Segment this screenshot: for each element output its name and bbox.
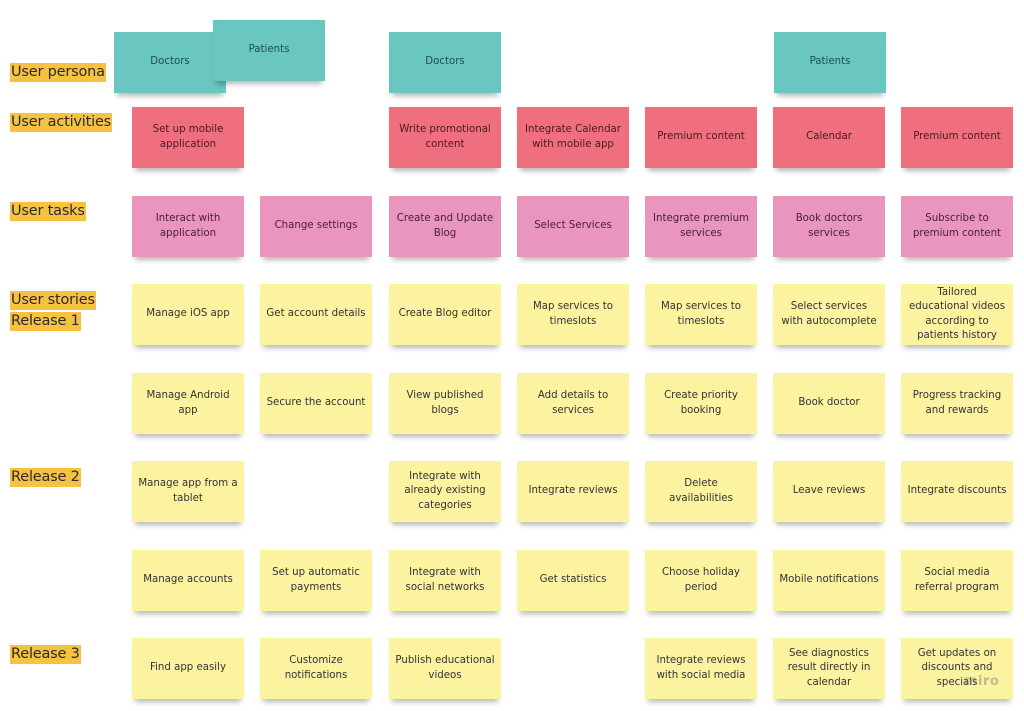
story-sticky[interactable]: Manage Android app bbox=[132, 373, 244, 434]
task-sticky[interactable]: Interact with application bbox=[132, 196, 244, 257]
activity-sticky[interactable]: Calendar bbox=[773, 107, 885, 168]
story-sticky[interactable]: Choose holiday period bbox=[645, 550, 757, 611]
story-sticky[interactable]: Manage accounts bbox=[132, 550, 244, 611]
row-label-user-persona: User persona bbox=[10, 63, 106, 82]
story-sticky[interactable]: View published blogs bbox=[389, 373, 501, 434]
task-sticky[interactable]: Select Services bbox=[517, 196, 629, 257]
row-label-release-2: Release 2 bbox=[10, 468, 81, 487]
story-sticky[interactable]: Add details to services bbox=[517, 373, 629, 434]
story-sticky[interactable]: Integrate reviews with social media bbox=[645, 638, 757, 699]
story-sticky[interactable]: Tailored educational videos according to… bbox=[901, 284, 1013, 345]
story-sticky[interactable]: Get account details bbox=[260, 284, 372, 345]
story-sticky[interactable]: Manage iOS app bbox=[132, 284, 244, 345]
activity-sticky[interactable]: Premium content bbox=[901, 107, 1013, 168]
story-sticky[interactable]: Leave reviews bbox=[773, 461, 885, 522]
story-sticky[interactable]: Integrate discounts bbox=[901, 461, 1013, 522]
row-label-user-activities: User activities bbox=[10, 113, 113, 132]
story-sticky[interactable]: See diagnostics result directly in calen… bbox=[773, 638, 885, 699]
story-sticky[interactable]: Social media referral program bbox=[901, 550, 1013, 611]
story-sticky[interactable]: Get statistics bbox=[517, 550, 629, 611]
story-sticky[interactable]: Integrate with social networks bbox=[389, 550, 501, 611]
story-sticky[interactable]: Map services to timeslots bbox=[517, 284, 629, 345]
miro-watermark: miro bbox=[964, 674, 1000, 689]
story-sticky[interactable]: Find app easily bbox=[132, 638, 244, 699]
story-sticky[interactable]: Create Blog editor bbox=[389, 284, 501, 345]
story-sticky[interactable]: Secure the account bbox=[260, 373, 372, 434]
persona-sticky[interactable]: Patients bbox=[774, 32, 886, 93]
activity-sticky[interactable]: Premium content bbox=[645, 107, 757, 168]
persona-sticky[interactable]: Patients bbox=[213, 20, 325, 81]
row-label-user-tasks: User tasks bbox=[10, 202, 86, 221]
row-label-release-3: Release 3 bbox=[10, 645, 81, 664]
story-sticky[interactable]: Mobile notifications bbox=[773, 550, 885, 611]
story-sticky[interactable]: Progress tracking and rewards bbox=[901, 373, 1013, 434]
story-sticky[interactable]: Publish educational videos bbox=[389, 638, 501, 699]
story-sticky[interactable]: Select services with autocomplete bbox=[773, 284, 885, 345]
story-sticky[interactable]: Get updates on discounts and specials bbox=[901, 638, 1013, 699]
activity-sticky[interactable]: Set up mobile application bbox=[132, 107, 244, 168]
story-sticky[interactable]: Manage app from a tablet bbox=[132, 461, 244, 522]
story-sticky[interactable]: Create priority booking bbox=[645, 373, 757, 434]
task-sticky[interactable]: Create and Update Blog bbox=[389, 196, 501, 257]
story-sticky[interactable]: Delete availabilities bbox=[645, 461, 757, 522]
story-sticky[interactable]: Integrate reviews bbox=[517, 461, 629, 522]
activity-sticky[interactable]: Write promotional content bbox=[389, 107, 501, 168]
row-label-user-stories: User stories bbox=[10, 291, 96, 310]
row-label-release-1: Release 1 bbox=[10, 312, 81, 331]
persona-sticky[interactable]: Doctors bbox=[389, 32, 501, 93]
task-sticky[interactable]: Change settings bbox=[260, 196, 372, 257]
task-sticky[interactable]: Integrate premium services bbox=[645, 196, 757, 257]
story-sticky[interactable]: Customize notifications bbox=[260, 638, 372, 699]
story-sticky[interactable]: Set up automatic payments bbox=[260, 550, 372, 611]
task-sticky[interactable]: Book doctors services bbox=[773, 196, 885, 257]
activity-sticky[interactable]: Integrate Calendar with mobile app bbox=[517, 107, 629, 168]
persona-sticky[interactable]: Doctors bbox=[114, 32, 226, 93]
story-sticky[interactable]: Map services to timeslots bbox=[645, 284, 757, 345]
story-sticky[interactable]: Book doctor bbox=[773, 373, 885, 434]
story-sticky[interactable]: Integrate with already existing categori… bbox=[389, 461, 501, 522]
task-sticky[interactable]: Subscribe to premium content bbox=[901, 196, 1013, 257]
